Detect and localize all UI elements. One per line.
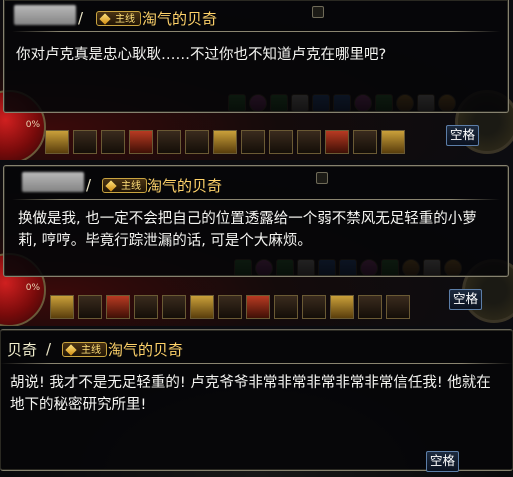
dialogue-box[interactable]: 贝奇 / 主线 淘气的贝奇 胡说! 我才不是无足轻重的! 卢克爷爷非常非常非常非… (0, 329, 513, 472)
dialogue-box[interactable]: / 主线 淘气的贝奇 你对卢克真是忠心耿耿……不过你也不知道卢克在哪里吧? 空格 (3, 0, 509, 146)
main-quest-badge: 主线 (62, 342, 107, 357)
divider (0, 363, 513, 364)
skill-slot (106, 295, 130, 319)
main-quest-badge: 主线 (96, 11, 141, 26)
skill-slot (101, 130, 125, 154)
skill-slot (45, 130, 69, 154)
skill-slot (50, 295, 74, 319)
quest-title: 淘气的贝奇 (142, 10, 218, 28)
skill-slot (386, 295, 410, 319)
diamond-icon (99, 13, 111, 25)
dialogue-panel-1: 0% / 主线 淘气的贝奇 你对卢克真是忠心耿耿……不过你也不知道卢克在哪里吧?… (0, 0, 513, 160)
skill-slot (78, 295, 102, 319)
skill-bar (50, 295, 410, 321)
dialogue-box[interactable]: / 主线 淘气的贝奇 换做是我, 也一定不会把自己的位置透露给一个弱不禁风无足轻… (3, 165, 509, 277)
skill-slot (381, 130, 405, 154)
continue-spacebar-button[interactable]: 空格 (446, 125, 480, 146)
speaker-name-blurred (14, 5, 76, 25)
speaker-name: 贝奇 (7, 341, 38, 359)
speaker-name-blurred (22, 172, 84, 192)
skill-slot (330, 295, 354, 319)
divider (12, 199, 500, 200)
skill-slot (134, 295, 158, 319)
skill-slot (185, 130, 209, 154)
quest-title: 淘气的贝奇 (108, 341, 184, 359)
skill-slot (129, 130, 153, 154)
window-handle (316, 172, 328, 184)
skill-slot (157, 130, 181, 154)
skill-slot (73, 130, 97, 154)
main-quest-badge: 主线 (102, 178, 147, 193)
diamond-icon (105, 180, 117, 192)
dialogue-text: 胡说! 我才不是无足轻重的! 卢克爷爷非常非常非常非常非常信任我! 他就在地下的… (10, 375, 491, 413)
diamond-icon (65, 344, 77, 356)
continue-spacebar-button[interactable]: 空格 (449, 289, 483, 310)
skill-slot (218, 295, 242, 319)
skill-slot (162, 295, 186, 319)
dialogue-text: 换做是我, 也一定不会把自己的位置透露给一个弱不禁风无足轻重的小萝莉, 哼哼。毕… (18, 211, 477, 249)
skill-slot (246, 295, 270, 319)
skill-slot (358, 295, 382, 319)
quest-title: 淘气的贝奇 (147, 177, 223, 195)
divider (12, 31, 500, 32)
skill-slot (274, 295, 298, 319)
dialogue-text: 你对卢克真是忠心耿耿……不过你也不知道卢克在哪里吧? (16, 47, 387, 63)
skill-slot (269, 130, 293, 154)
dialogue-panel-2: 0% / 主线 淘气的贝奇 换做是我, 也一定不会把自己的位置透露给一个弱不禁风… (0, 163, 513, 326)
dialogue-panel-3: 贝奇 / 主线 淘气的贝奇 胡说! 我才不是无足轻重的! 卢克爷爷非常非常非常非… (0, 329, 513, 477)
skill-slot (325, 130, 349, 154)
continue-spacebar-button[interactable]: 空格 (426, 451, 460, 472)
skill-slot (241, 130, 265, 154)
skill-slot (353, 130, 377, 154)
skill-slot (297, 130, 321, 154)
skill-slot (213, 130, 237, 154)
skill-slot (190, 295, 214, 319)
window-handle (312, 6, 324, 18)
skill-bar (45, 130, 405, 156)
skill-slot (302, 295, 326, 319)
